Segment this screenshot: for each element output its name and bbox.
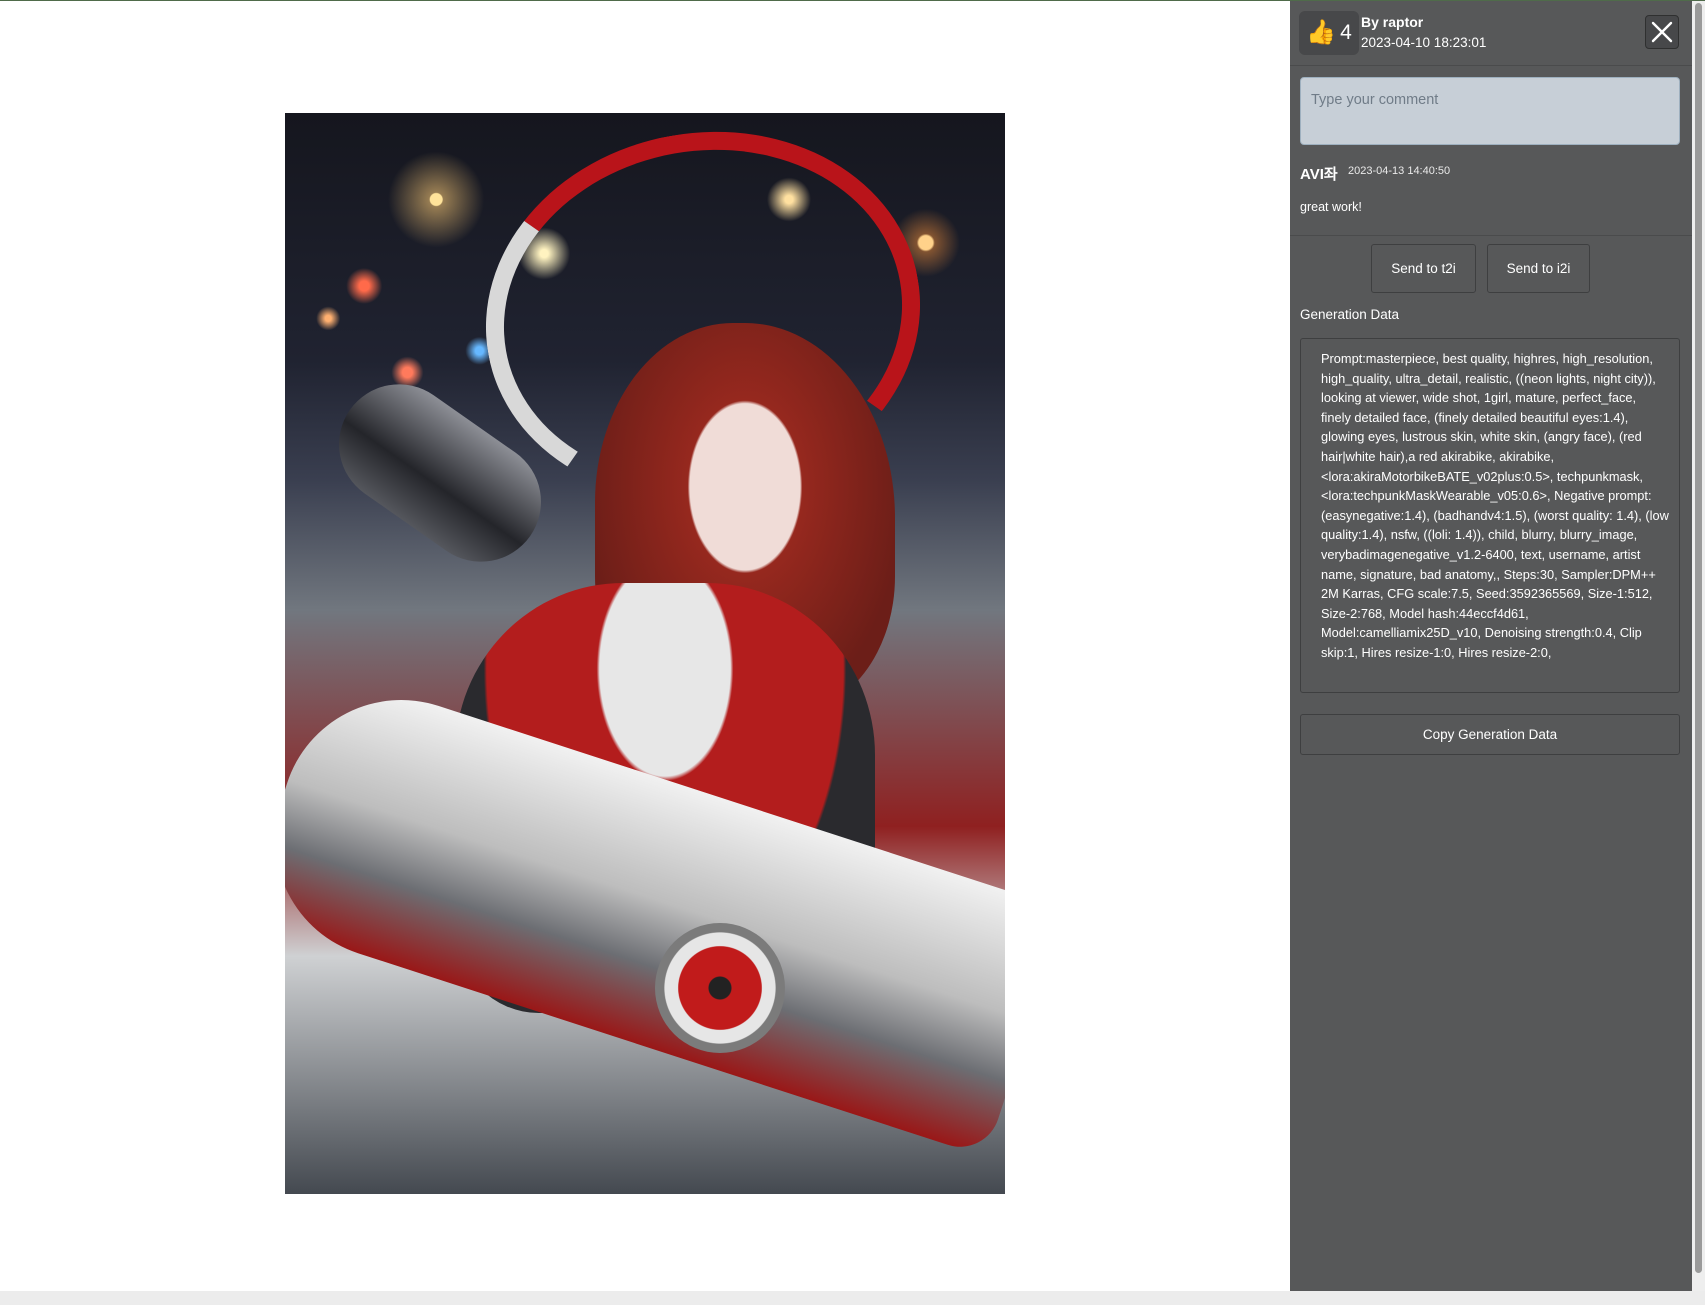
details-sidebar: 👍 4 By raptor 2023-04-10 18:23:01 AVI좌 2… xyxy=(1290,1,1692,1291)
author-name: By raptor xyxy=(1361,14,1424,30)
generation-data-label: Generation Data xyxy=(1300,307,1400,322)
like-button[interactable]: 👍 4 xyxy=(1299,11,1359,55)
comment-user: AVI좌 xyxy=(1300,166,1338,183)
comment-input[interactable] xyxy=(1300,77,1680,145)
like-count: 4 xyxy=(1340,21,1352,44)
vertical-scrollbar[interactable] xyxy=(1692,1,1705,1291)
divider xyxy=(1290,235,1692,236)
scrollbar-thumb[interactable] xyxy=(1695,3,1702,1273)
horizontal-scrollbar[interactable] xyxy=(0,1291,1705,1305)
copy-generation-data-button[interactable]: Copy Generation Data xyxy=(1300,714,1680,755)
thumbs-up-icon: 👍 xyxy=(1306,19,1337,46)
post-header: 👍 4 By raptor 2023-04-10 18:23:01 xyxy=(1290,1,1692,66)
image-viewer xyxy=(0,1,1290,1291)
artwork-cannon-wheel xyxy=(655,923,785,1053)
close-icon xyxy=(1651,21,1673,43)
generated-image[interactable] xyxy=(285,113,1005,1194)
close-button[interactable] xyxy=(1645,15,1679,49)
generation-data-box[interactable]: Prompt:masterpiece, best quality, highre… xyxy=(1300,338,1680,693)
send-to-t2i-button[interactable]: Send to t2i xyxy=(1371,244,1476,293)
comment-text: great work! xyxy=(1300,200,1362,214)
comment-datetime: 2023-04-13 14:40:50 xyxy=(1348,165,1451,177)
generation-data-text: Prompt:masterpiece, best quality, highre… xyxy=(1321,351,1669,660)
send-to-i2i-button[interactable]: Send to i2i xyxy=(1487,244,1590,293)
post-datetime: 2023-04-10 18:23:01 xyxy=(1361,35,1487,50)
